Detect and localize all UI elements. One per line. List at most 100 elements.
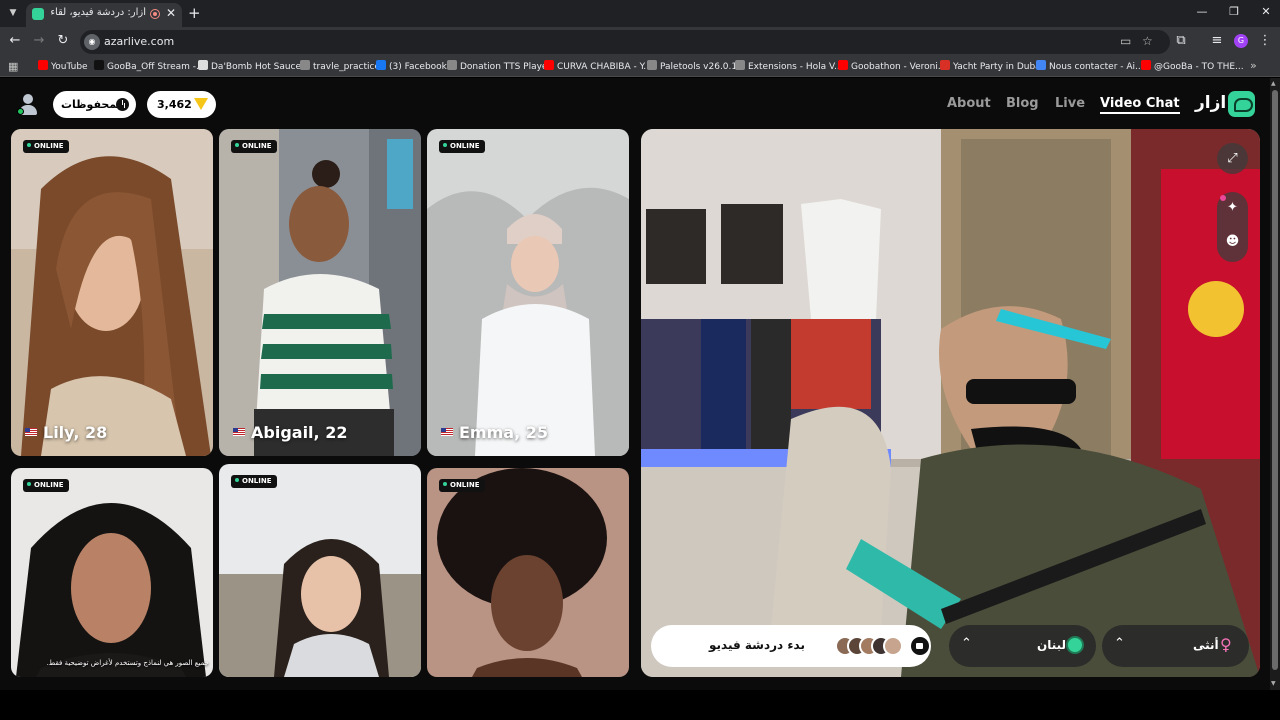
- bookmark-favicon-icon: [735, 60, 745, 70]
- profile-card-6[interactable]: ONLINE: [427, 468, 629, 677]
- bookmark-label: Extensions - Hola V...: [748, 62, 843, 72]
- bookmark-item[interactable]: Extensions - Hola V...: [735, 60, 843, 74]
- extensions-icon[interactable]: ⧉: [1172, 33, 1190, 48]
- bookmark-item[interactable]: Nous contacter - Ai...: [1036, 60, 1144, 74]
- profile-card-5[interactable]: ONLINE: [219, 464, 421, 677]
- country-filter[interactable]: ⌃ لبنان: [949, 625, 1096, 667]
- recording-icon: [150, 9, 160, 19]
- profile-photo: [427, 468, 629, 677]
- video-camera-icon: [911, 637, 929, 655]
- bookmark-item[interactable]: Donation TTS Player: [447, 60, 551, 74]
- more-bookmarks-icon[interactable]: »: [1250, 59, 1257, 72]
- back-icon[interactable]: ←: [6, 33, 24, 48]
- reload-icon[interactable]: ↻: [54, 33, 72, 48]
- tab-search-icon[interactable]: ▼: [4, 5, 22, 21]
- minimize-icon[interactable]: —: [1192, 5, 1212, 18]
- azar-favicon-icon: [32, 8, 44, 20]
- nav-blog[interactable]: Blog: [1006, 96, 1039, 111]
- online-badge: ONLINE: [439, 140, 485, 153]
- card-name: Abigail, 22: [233, 423, 347, 442]
- bookmark-item[interactable]: Yacht Party in Dubai: [940, 60, 1043, 74]
- bookmark-favicon-icon: [838, 60, 848, 70]
- bookmark-item[interactable]: Da'Bomb Hot Sauce...: [198, 60, 310, 74]
- profile-card-4[interactable]: ONLINE جميع الصور هي لنماذج وتستخدم لأغر…: [11, 468, 213, 677]
- url-text: azarlive.com: [104, 35, 175, 48]
- browser-tab[interactable]: أزار: دردشة فيديو، لقاء الأصدقاء ✕: [26, 3, 182, 27]
- bookmark-item[interactable]: CURVA CHABIBA - Y...: [544, 60, 652, 74]
- window-close-icon[interactable]: ✕: [1256, 5, 1276, 18]
- profile-card-abigail[interactable]: ONLINE Abigail, 22: [219, 129, 421, 456]
- address-bar[interactable]: ◉ azarlive.com ▭ ☆: [80, 30, 1170, 54]
- video-preview: ⤢ ✦ ☻ بدء دردشة فيديو ⌃ لبنان ⌃ أنثى ♀: [641, 129, 1260, 677]
- bookmark-item[interactable]: travle_practice: [300, 60, 380, 74]
- tab-close-icon[interactable]: ✕: [166, 6, 176, 20]
- site-info-icon[interactable]: ◉: [84, 34, 100, 50]
- bookmark-label: (3) Facebook: [389, 62, 447, 72]
- ai-effects-icon[interactable]: ✦: [1217, 200, 1248, 215]
- photo-disclaimer: جميع الصور هي لنماذج وتستخدم لأغراض توضي…: [46, 659, 209, 667]
- gender-filter[interactable]: ⌃ أنثى ♀: [1102, 625, 1249, 667]
- browser-tab-bar: ▼ أزار: دردشة فيديو، لقاء الأصدقاء ✕ + —…: [0, 0, 1280, 27]
- new-tab-icon[interactable]: +: [188, 4, 201, 22]
- bookmark-item[interactable]: Goobathon - Veroni...: [838, 60, 946, 74]
- clock-icon: [116, 98, 129, 111]
- saved-button[interactable]: المحفوظات: [53, 91, 136, 118]
- bookmark-label: Yacht Party in Dubai: [953, 62, 1044, 72]
- scroll-down-icon[interactable]: ▼: [1271, 680, 1276, 687]
- chevron-up-icon: ⌃: [961, 636, 972, 651]
- page-scrollbar[interactable]: ▲ ▼: [1270, 78, 1280, 690]
- bookmark-item[interactable]: @GooBa - TO THE...: [1141, 60, 1244, 74]
- nav-video-chat[interactable]: Video Chat: [1100, 96, 1180, 114]
- scroll-up-icon[interactable]: ▲: [1271, 80, 1276, 87]
- bookmark-item[interactable]: (3) Facebook: [376, 60, 447, 74]
- bookmark-favicon-icon: [300, 60, 310, 70]
- bookmark-label: CURVA CHABIBA - Y...: [557, 62, 652, 72]
- brand-name: ازار: [1195, 93, 1227, 113]
- forward-icon[interactable]: →: [30, 33, 48, 48]
- profile-avatar[interactable]: G: [1234, 34, 1248, 48]
- bookmark-item[interactable]: Paletools v26.0.10: [647, 60, 743, 74]
- profile-card-lily[interactable]: ONLINE Lily, 28: [11, 129, 213, 456]
- bookmark-star-icon[interactable]: ☆: [1142, 34, 1153, 48]
- online-status-dot: [17, 108, 24, 115]
- gender-label: أنثى: [1193, 638, 1219, 652]
- bookmark-item[interactable]: GooBa_Off Stream -...: [94, 60, 205, 74]
- us-flag-icon: [441, 428, 453, 436]
- apps-grid-icon[interactable]: ▦: [8, 60, 18, 73]
- profile-photo: [427, 129, 629, 456]
- nav-about[interactable]: About: [947, 96, 991, 111]
- bookmark-label: travle_practice: [313, 62, 380, 72]
- bookmark-favicon-icon: [1141, 60, 1151, 70]
- avatar-head: [23, 94, 33, 104]
- gems-count: 3,462: [157, 98, 192, 111]
- gems-button[interactable]: 3,462: [147, 91, 216, 118]
- country-label: لبنان: [1037, 638, 1067, 652]
- cast-icon[interactable]: ▭: [1120, 34, 1131, 48]
- browser-toolbar: ← → ↻ ◉ azarlive.com ▭ ☆ ⧉ ≡ ⋮: [0, 27, 1280, 57]
- expand-icon[interactable]: ⤢: [1217, 143, 1248, 174]
- bookmark-favicon-icon: [376, 60, 386, 70]
- bookmark-label: @GooBa - TO THE...: [1154, 62, 1244, 72]
- restore-icon[interactable]: ❐: [1224, 5, 1244, 18]
- mask-icon[interactable]: ☻: [1217, 234, 1248, 249]
- profile-card-emma[interactable]: ONLINE Emma, 25: [427, 129, 629, 456]
- scrollbar-thumb[interactable]: [1272, 90, 1278, 670]
- bookmark-item[interactable]: YouTube: [38, 60, 88, 74]
- bookmark-favicon-icon: [647, 60, 657, 70]
- bookmark-label: Nous contacter - Ai...: [1049, 62, 1144, 72]
- online-badge: ONLINE: [23, 140, 69, 153]
- user-avatar[interactable]: [17, 94, 39, 116]
- nav-live[interactable]: Live: [1055, 96, 1085, 111]
- media-icon[interactable]: ≡: [1208, 33, 1226, 48]
- start-video-chat-button[interactable]: بدء دردشة فيديو: [651, 625, 931, 667]
- menu-icon[interactable]: ⋮: [1256, 33, 1274, 48]
- bookmark-favicon-icon: [544, 60, 554, 70]
- bookmark-label: YouTube: [51, 62, 88, 72]
- profile-photo: [219, 129, 421, 456]
- bookmark-label: Goobathon - Veroni...: [851, 62, 947, 72]
- page-bottom-strip: [0, 690, 1280, 720]
- bookmark-label: GooBa_Off Stream -...: [107, 62, 205, 72]
- profile-photo: [11, 468, 213, 677]
- profile-photo: [219, 464, 421, 677]
- online-badge: ONLINE: [231, 140, 277, 153]
